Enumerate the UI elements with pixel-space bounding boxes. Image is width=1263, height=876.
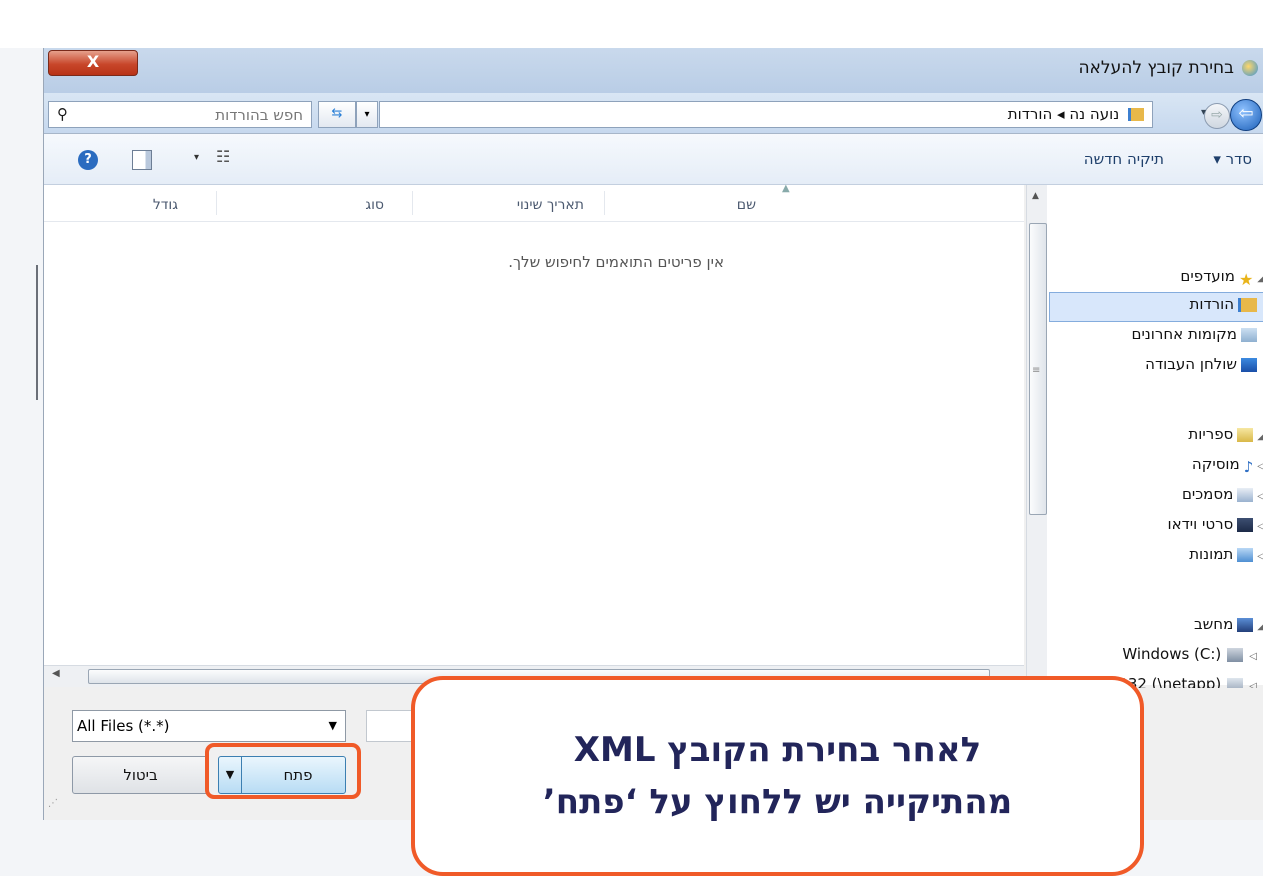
address-bar: ⚲ חפש בהורדות ⇆ ▾ נועה נה ◂ הורדות ⇦ ⇨ ▾ (44, 93, 1263, 134)
vertical-scrollbar[interactable]: ▲ ≡ (1027, 185, 1047, 685)
downloads-folder-icon (1238, 298, 1257, 312)
videos-icon (1237, 518, 1253, 532)
music-icon: ♪ (1244, 458, 1254, 472)
expand-arrow-icon[interactable]: ◢ (1257, 273, 1263, 284)
address-dropdown-button[interactable]: ▾ (356, 101, 378, 128)
callout-text: לאחר בחירת הקובץ XML מהתיקייה יש ללחוץ ע… (415, 724, 1140, 828)
nav-item-downloads[interactable]: הורדות (1190, 295, 1258, 313)
nav-item-pictures[interactable]: ◁תמונות (1189, 545, 1263, 563)
chevron-down-icon: ▼ (329, 711, 337, 741)
search-icon: ⚲ (57, 105, 68, 123)
column-divider (412, 191, 413, 215)
column-type[interactable]: סוג (365, 197, 384, 213)
nav-item-windows-drive[interactable]: Windows (C:)◁ (1122, 645, 1257, 663)
browser-icon (1242, 60, 1258, 76)
new-folder-button[interactable]: תיקיה חדשה (1084, 150, 1164, 168)
documents-icon (1237, 488, 1253, 502)
nav-item-computer[interactable]: ◢מחשב (1194, 615, 1263, 633)
collapse-arrow-icon[interactable]: ◁ (1257, 491, 1263, 502)
breadcrumb-path: נועה נה ◂ הורדות (1008, 105, 1148, 123)
breadcrumb-text: נועה נה ◂ הורדות (1008, 105, 1119, 123)
preview-pane-icon[interactable] (132, 150, 152, 170)
nav-item-libraries[interactable]: ◢ספריות (1188, 425, 1263, 443)
organize-button[interactable]: סדר ▾ (1213, 150, 1252, 168)
view-options-icon[interactable]: ☷ (216, 147, 230, 166)
navigation-pane: ▲ ≡ ◢★מועדפים הורדות מקומות אחרונים שולח… (1026, 185, 1263, 685)
nav-item-recent-places[interactable]: מקומות אחרונים (1131, 325, 1257, 343)
empty-results-message: אין פריטים התואמים לחיפוש שלך. (508, 253, 724, 271)
collapse-arrow-icon[interactable]: ◁ (1249, 651, 1257, 662)
nav-item-videos[interactable]: ◁סרטי וידאו (1168, 515, 1263, 533)
libraries-icon (1237, 428, 1253, 442)
breadcrumb[interactable]: נועה נה ◂ הורדות (379, 101, 1153, 128)
history-dropdown-icon[interactable]: ▾ (1201, 107, 1206, 118)
column-name[interactable]: שם (737, 197, 756, 213)
back-button[interactable]: ⇦ (1230, 99, 1262, 131)
star-icon: ★ (1239, 270, 1253, 284)
resize-grip-icon[interactable]: ⋰ (48, 798, 58, 809)
file-list[interactable]: שם ▲ תאריך שינוי סוג גודל אין פריטים התו… (44, 185, 1024, 665)
page-edge-line (36, 265, 38, 400)
callout-line-2: מהתיקייה יש ללחוץ על ‘פתח’ (415, 776, 1140, 828)
nav-item-favorites[interactable]: ◢★מועדפים (1180, 267, 1263, 285)
scroll-left-icon[interactable]: ◀ (52, 668, 60, 679)
search-placeholder: חפש בהורדות (215, 106, 303, 124)
desktop-icon (1241, 358, 1257, 372)
command-toolbar: סדר ▾ תיקיה חדשה ? ▾ ☷ (44, 134, 1263, 185)
folder-icon (1128, 108, 1144, 121)
column-header-row: שם ▲ תאריך שינוי סוג גודל (44, 185, 1024, 222)
close-button[interactable]: X (48, 50, 138, 76)
drive-icon (1227, 648, 1243, 662)
column-date-modified[interactable]: תאריך שינוי (517, 197, 584, 213)
column-size[interactable]: גודל (153, 197, 178, 213)
refresh-button[interactable]: ⇆ (318, 101, 356, 128)
scroll-grip-icon: ≡ (1032, 365, 1040, 376)
instruction-callout: לאחר בחירת הקובץ XML מהתיקייה יש ללחוץ ע… (411, 676, 1144, 876)
cancel-button[interactable]: ביטול (72, 756, 209, 794)
collapse-arrow-icon[interactable]: ◁ (1257, 521, 1263, 532)
open-button-highlight (205, 743, 361, 799)
title-bar: X בחירת קובץ להעלאה (44, 48, 1263, 93)
column-divider (604, 191, 605, 215)
search-input[interactable]: ⚲ חפש בהורדות (48, 101, 312, 128)
nav-item-music[interactable]: ◁♪מוסיקה (1192, 455, 1263, 473)
column-divider (216, 191, 217, 215)
callout-line-1: לאחר בחירת הקובץ XML (415, 724, 1140, 776)
scroll-up-icon[interactable]: ▲ (1032, 191, 1039, 201)
nav-item-documents[interactable]: ◁מסמכים (1182, 485, 1263, 503)
nav-item-desktop[interactable]: שולחן העבודה (1145, 355, 1257, 373)
expand-arrow-icon[interactable]: ◢ (1257, 621, 1263, 632)
collapse-arrow-icon[interactable]: ◁ (1257, 551, 1263, 562)
window-title: בחירת קובץ להעלאה (1078, 58, 1234, 78)
sort-arrow-icon: ▲ (782, 183, 790, 194)
page-top-margin (0, 0, 1263, 48)
collapse-arrow-icon[interactable]: ◁ (1257, 461, 1263, 472)
computer-icon (1237, 618, 1253, 632)
help-icon[interactable]: ? (78, 150, 98, 170)
expand-arrow-icon[interactable]: ◢ (1257, 431, 1263, 442)
view-dropdown-icon[interactable]: ▾ (194, 152, 199, 163)
recent-places-icon (1241, 328, 1257, 342)
file-type-filter-select[interactable]: All Files (*.*) ▼ (72, 710, 346, 742)
pictures-icon (1237, 548, 1253, 562)
forward-button[interactable]: ⇨ (1204, 103, 1230, 129)
file-type-filter-value: All Files (*.*) (77, 711, 170, 741)
